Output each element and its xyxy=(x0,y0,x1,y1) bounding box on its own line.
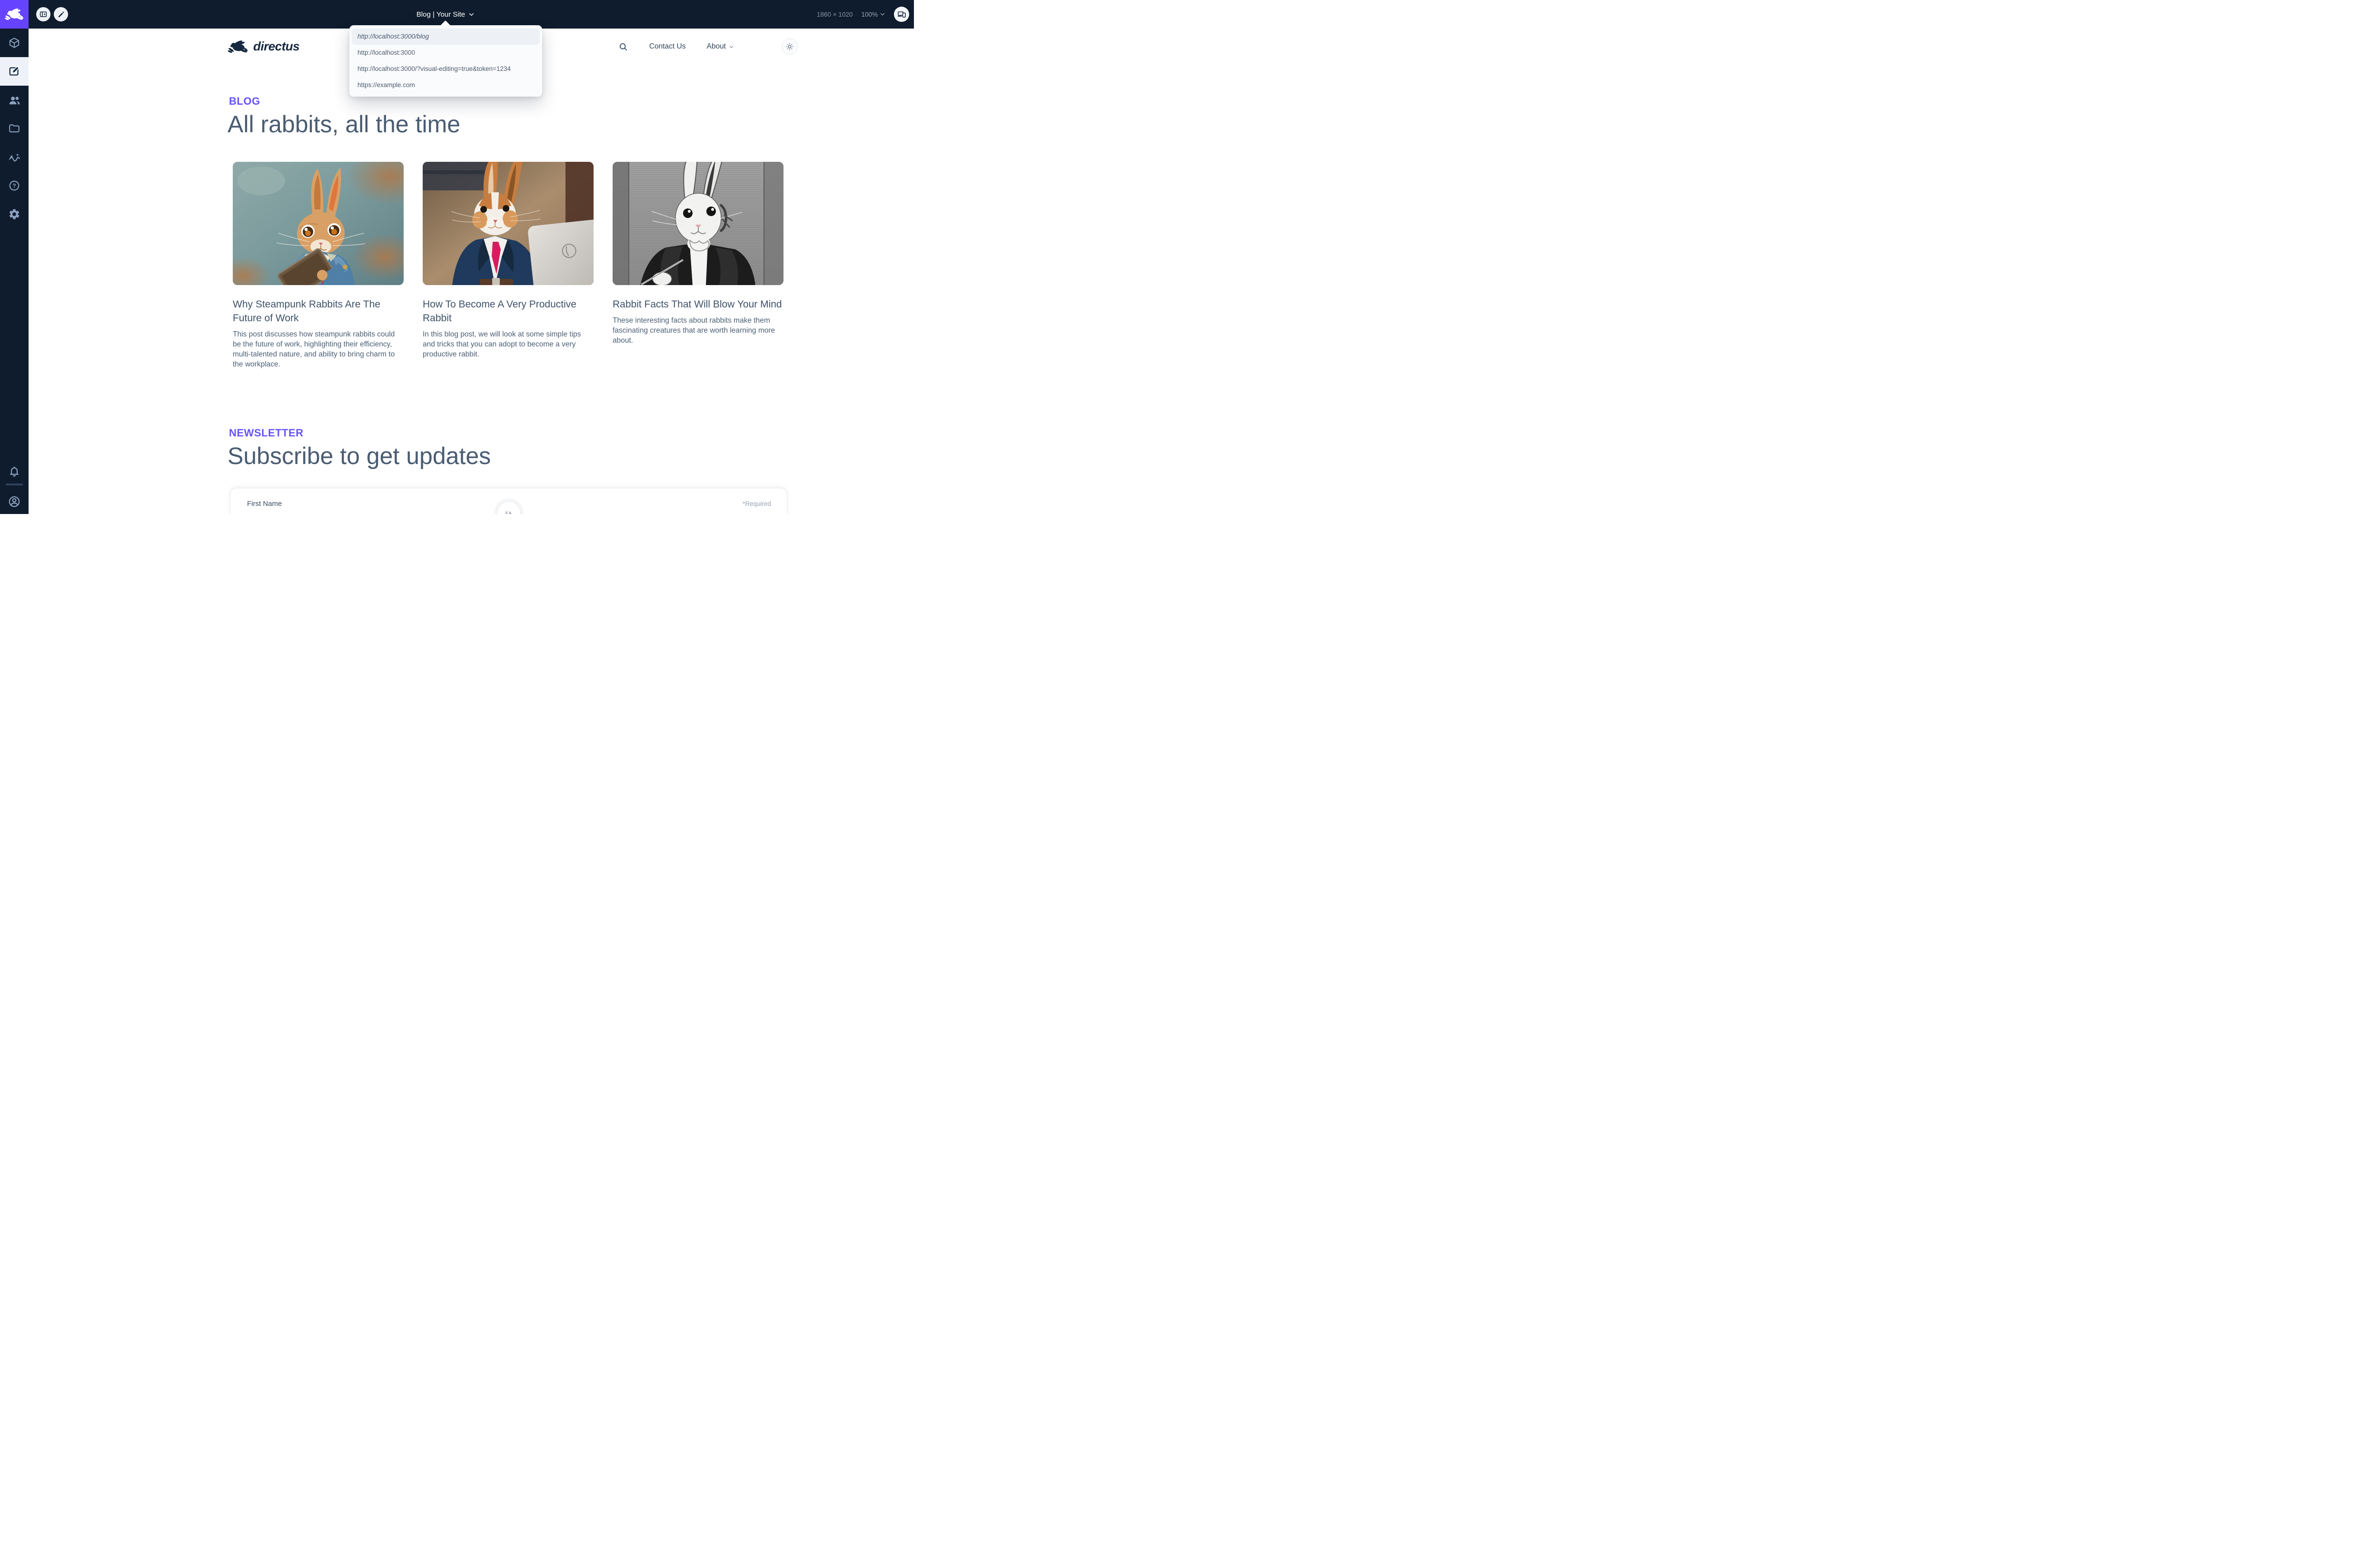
sidebar-divider xyxy=(6,484,23,485)
module-users[interactable] xyxy=(0,86,29,114)
nuxt-mountains-icon xyxy=(502,506,516,514)
responsive-preview-button[interactable] xyxy=(894,7,909,22)
post-title[interactable]: How To Become A Very Productive Rabbit xyxy=(423,297,594,325)
post-image-steampunk-rabbit[interactable] xyxy=(233,162,404,285)
box-icon xyxy=(8,37,20,49)
blog-post-card: How To Become A Very Productive Rabbit I… xyxy=(423,162,594,369)
sparkle-wave-icon xyxy=(8,151,21,164)
site-brand-logo[interactable]: directus xyxy=(228,39,299,54)
collapse-sidebar-button[interactable] xyxy=(36,7,50,21)
post-description: This post discusses how steampunk rabbit… xyxy=(233,329,404,369)
devices-icon xyxy=(897,10,906,19)
directus-logo-tile[interactable] xyxy=(0,0,29,29)
pencil-icon xyxy=(57,10,65,19)
url-dropdown-menu: http://localhost:3000/blog http://localh… xyxy=(349,25,542,97)
editor-top-bar: Blog | Your Site 1860 × 1020 100% xyxy=(29,0,914,29)
brand-wordmark: directus xyxy=(253,39,299,54)
module-help[interactable]: ? xyxy=(0,171,29,200)
post-description: In this blog post, we will look at some … xyxy=(423,329,594,359)
edit-mode-button[interactable] xyxy=(54,7,68,21)
nav-about[interactable]: About xyxy=(706,42,734,51)
url-option-example[interactable]: https://example.com xyxy=(352,77,540,93)
directus-rabbit-icon xyxy=(228,40,248,54)
post-title[interactable]: Rabbit Facts That Will Blow Your Mind xyxy=(613,297,783,311)
newsletter-form-card: First Name *Required xyxy=(230,488,787,514)
notifications-button[interactable] xyxy=(0,457,29,485)
url-option-visual-editing[interactable]: http://localhost:3000/?visual-editing=tr… xyxy=(352,61,540,77)
account-circle-icon xyxy=(8,495,21,508)
zoom-level-control[interactable]: 100% xyxy=(861,11,885,18)
svg-text:?: ? xyxy=(12,182,16,189)
bell-icon xyxy=(8,465,20,477)
directus-rabbit-icon xyxy=(5,8,24,21)
module-settings[interactable] xyxy=(0,200,29,228)
zoom-level-value: 100% xyxy=(861,11,878,18)
users-icon xyxy=(8,94,21,107)
blog-post-card: Why Steampunk Rabbits Are The Future of … xyxy=(233,162,404,369)
blog-page-title: All rabbits, all the time xyxy=(228,110,460,138)
module-content[interactable] xyxy=(0,29,29,57)
post-description: These interesting facts about rabbits ma… xyxy=(613,316,783,346)
nav-contact-us[interactable]: Contact Us xyxy=(649,42,686,51)
gear-icon xyxy=(8,208,20,220)
page-title: Blog | Your Site xyxy=(416,10,465,19)
module-insights[interactable] xyxy=(0,143,29,171)
chevron-down-icon xyxy=(880,11,885,17)
blog-eyebrow: BLOG xyxy=(229,95,260,108)
search-icon[interactable] xyxy=(618,42,628,52)
folder-icon xyxy=(8,122,20,135)
module-files[interactable] xyxy=(0,114,29,143)
newsletter-eyebrow: NEWSLETTER xyxy=(229,427,304,439)
edit-square-icon xyxy=(8,65,20,78)
post-image-victorian-rabbit[interactable] xyxy=(613,162,783,285)
module-visual-editor[interactable] xyxy=(0,57,29,86)
chevron-down-icon xyxy=(468,11,475,18)
theme-toggle-button[interactable] xyxy=(782,39,798,55)
post-title[interactable]: Why Steampunk Rabbits Are The Future of … xyxy=(233,297,404,325)
sun-icon xyxy=(785,42,794,51)
account-button[interactable] xyxy=(0,489,29,514)
blog-post-grid: Why Steampunk Rabbits Are The Future of … xyxy=(233,162,783,369)
post-image-business-rabbit[interactable] xyxy=(423,162,594,285)
first-name-field-label: First Name xyxy=(247,500,282,508)
chevron-down-icon xyxy=(729,44,734,49)
panel-collapse-icon xyxy=(39,10,48,19)
module-bar: ? xyxy=(0,0,29,514)
url-option-blog[interactable]: http://localhost:3000/blog xyxy=(352,29,540,45)
site-preview-frame: directus Contact Us About xyxy=(29,29,914,514)
url-option-home[interactable]: http://localhost:3000 xyxy=(352,45,540,61)
help-icon: ? xyxy=(8,179,20,192)
blog-post-card: Rabbit Facts That Will Blow Your Mind Th… xyxy=(613,162,783,369)
required-note: *Required xyxy=(743,500,771,507)
newsletter-title: Subscribe to get updates xyxy=(228,442,491,470)
viewport-dimensions-readout: 1860 × 1020 xyxy=(817,11,853,18)
directus-visual-editor-window: ? xyxy=(0,0,914,514)
